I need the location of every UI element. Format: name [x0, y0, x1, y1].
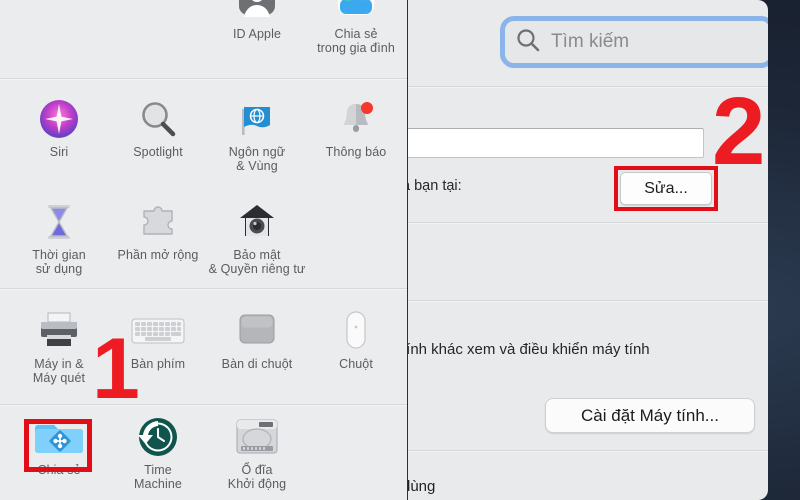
pref-pane-apple-id[interactable]: ID Apple [208, 0, 306, 41]
apple-id-icon [208, 0, 306, 24]
trackpad-icon [208, 308, 306, 354]
pref-pane-label: Bàn di chuột [221, 357, 293, 371]
pref-pane-family-sharing[interactable]: Chia sẻ trong gia đình [307, 0, 405, 55]
pref-pane-label: Bảo mật & Quyền riêng tư [208, 248, 306, 276]
notifications-bell-icon [307, 96, 405, 142]
pref-pane-security-privacy[interactable]: Bảo mật & Quyền riêng tư [208, 199, 306, 276]
pref-pane-label: Ngôn ngữ & Vùng [228, 145, 286, 173]
pref-pane-label: Spotlight [133, 145, 183, 159]
pref-pane-time-machine[interactable]: Time Machine [109, 414, 207, 491]
grid-divider [0, 404, 408, 405]
pref-pane-label: Chia sẻ trong gia đình [317, 27, 395, 55]
search-input[interactable]: Tìm kiếm [551, 31, 629, 53]
pref-pane-label: Siri [49, 145, 69, 159]
sharing-preferences-pane: Tìm kiếm a bạn tại: Sửa... tính khác xem… [408, 0, 768, 500]
panel-divider [408, 450, 768, 451]
pref-pane-label: Thời gian sử dụng [32, 248, 86, 276]
extensions-puzzle-icon [109, 199, 207, 245]
pref-pane-label: Time Machine [134, 463, 182, 491]
sharing-pane-highlight [24, 419, 92, 472]
panel-divider [408, 300, 768, 301]
pref-pane-label: Ổ đĩa Khởi động [227, 463, 287, 491]
pref-pane-screen-time[interactable]: Thời gian sử dụng [10, 199, 108, 276]
siri-icon [10, 96, 108, 142]
computer-name-input[interactable] [408, 128, 704, 158]
pref-pane-label: Thông báo [325, 145, 387, 159]
search-icon [515, 27, 541, 58]
pref-pane-mouse[interactable]: Chuột [307, 308, 405, 371]
pref-pane-startup-disk[interactable]: Ổ đĩa Khởi động [208, 414, 306, 491]
time-machine-icon [109, 414, 207, 460]
family-sharing-icon [307, 0, 405, 24]
mouse-icon [307, 308, 405, 354]
bottom-partial-label: dùng [408, 478, 436, 495]
pref-pane-extensions[interactable]: Phần mở rộng [109, 199, 207, 262]
edit-button-highlight [614, 166, 718, 211]
pref-pane-spotlight[interactable]: Spotlight [109, 96, 207, 159]
grid-divider [0, 78, 408, 79]
pref-pane-label: ID Apple [232, 27, 282, 41]
screenshot-root: ID Apple Chia sẻ trong gia đình Siri Spo… [0, 0, 800, 500]
pref-pane-notifications[interactable]: Thông báo [307, 96, 405, 159]
computer-settings-button[interactable]: Cài đặt Máy tính... [545, 398, 755, 433]
pref-pane-siri[interactable]: Siri [10, 96, 108, 159]
sharing-location-label: a bạn tại: [408, 178, 462, 194]
panel-divider [408, 222, 768, 223]
screen-sharing-description: tính khác xem và điều khiển máy tính [408, 341, 650, 358]
grid-divider [0, 288, 408, 289]
search-field[interactable]: Tìm kiếm [500, 16, 768, 68]
pref-pane-trackpad[interactable]: Bàn di chuột [208, 308, 306, 371]
annotation-step-2: 2 [712, 78, 766, 185]
security-privacy-house-icon [208, 199, 306, 245]
language-region-icon [208, 96, 306, 142]
pref-pane-label: Phần mở rộng [117, 248, 199, 262]
spotlight-icon [109, 96, 207, 142]
startup-disk-icon [208, 414, 306, 460]
pref-pane-label: Chuột [339, 357, 373, 371]
pref-pane-language-region[interactable]: Ngôn ngữ & Vùng [208, 96, 306, 173]
screen-time-hourglass-icon [10, 199, 108, 245]
annotation-step-1: 1 [92, 321, 140, 417]
